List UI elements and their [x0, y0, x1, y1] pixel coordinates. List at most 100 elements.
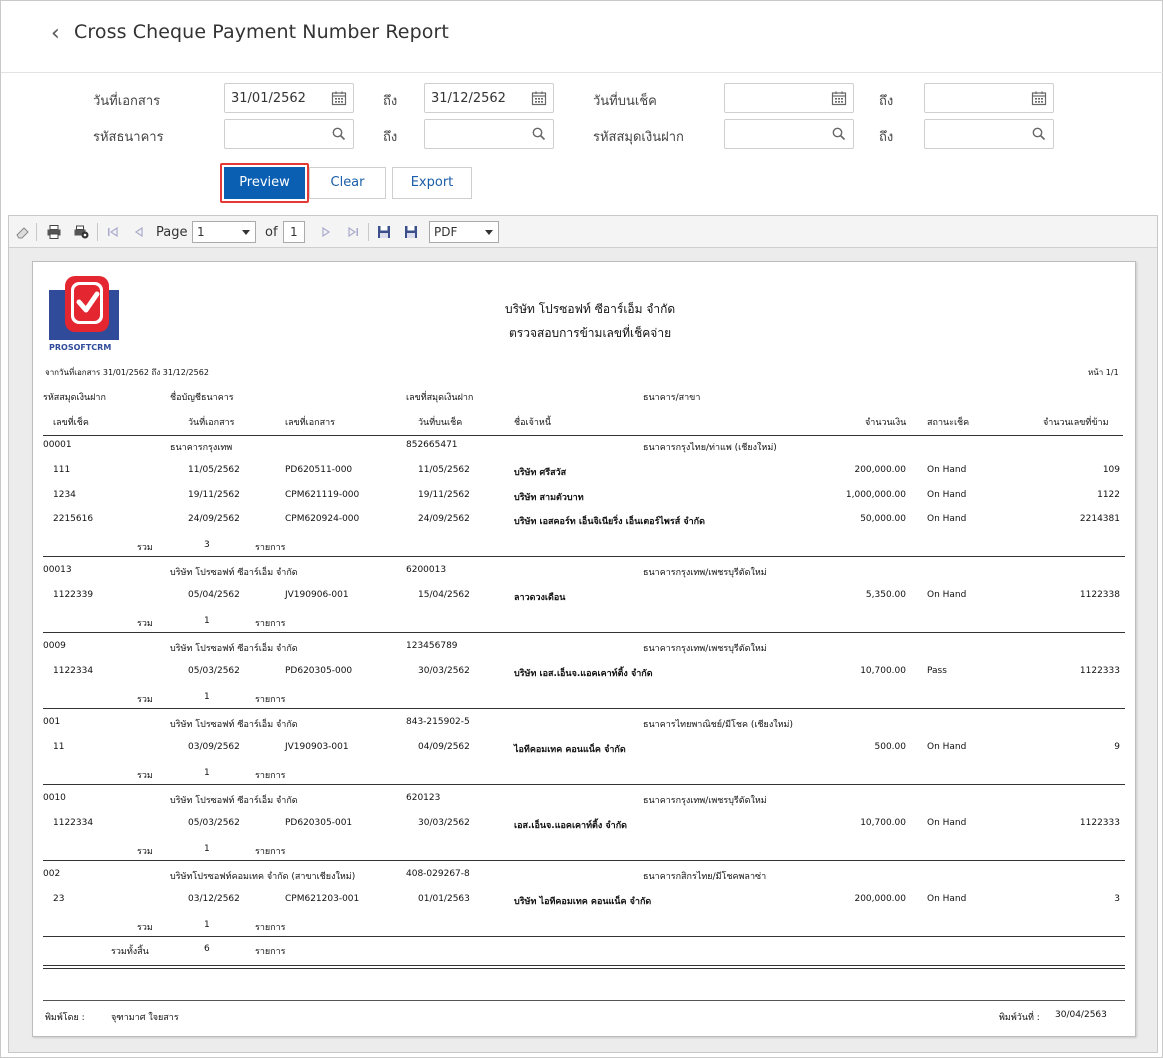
group-bank-branch: ธนาคารกสิกรไทย/มีโชคพลาซ่า: [643, 872, 767, 882]
row-status: On Hand: [927, 514, 967, 524]
group-code: 002: [43, 869, 61, 879]
calendar-icon[interactable]: [531, 90, 547, 106]
doc-date-label: วันที่เอกสาร: [93, 94, 161, 109]
group-account-name: บริษัท โปรซอฟท์ ซีอาร์เอ็ม จำกัด: [170, 568, 298, 578]
preview-button[interactable]: Preview: [224, 167, 305, 199]
printed-by-label: พิมพ์โดย :: [45, 1013, 85, 1023]
row-skip-count: 9: [1114, 742, 1120, 752]
bank-code-to-field[interactable]: [424, 119, 554, 149]
col-cheque-no: เลขที่เช็ค: [53, 418, 89, 428]
search-icon[interactable]: [831, 126, 847, 142]
group-code: 0009: [43, 641, 66, 651]
clear-button[interactable]: Clear: [309, 167, 386, 199]
row-doc-no: CPM621203-001: [285, 894, 360, 904]
doc-date-to-field[interactable]: 31/12/2562: [424, 83, 554, 113]
page-label: Page: [156, 225, 188, 240]
last-page-icon[interactable]: [345, 224, 361, 240]
chevron-down-icon: [485, 230, 493, 235]
search-icon[interactable]: [331, 126, 347, 142]
save-icon[interactable]: [376, 224, 392, 240]
group-sum-label: รวม: [137, 922, 153, 933]
save-all-icon[interactable]: [403, 224, 419, 240]
row-creditor: บริษัท เอสคอร์ท เอ็นจิเนียริ่ง เอ็นเตอร์…: [514, 517, 705, 527]
group-account-name: บริษัท โปรซอฟท์ ซีอาร์เอ็ม จำกัด: [170, 644, 298, 654]
row-doc-date: 05/03/2562: [188, 818, 240, 828]
eraser-icon[interactable]: [15, 224, 31, 240]
row-doc-date: 24/09/2562: [188, 514, 240, 524]
passbook-code-from-field[interactable]: [724, 119, 854, 149]
group-divider: [43, 859, 1125, 861]
row-doc-no: PD620305-001: [285, 818, 353, 828]
page-select[interactable]: 1: [192, 221, 256, 243]
row-cheque-date: 04/09/2562: [418, 742, 470, 752]
row-cheque-no: 1122334: [53, 818, 94, 828]
doc-date-from-field[interactable]: 31/01/2562: [224, 83, 354, 113]
print-icon[interactable]: [46, 224, 62, 240]
row-skip-count: 1122333: [1079, 818, 1120, 828]
row-doc-date: 11/05/2562: [188, 465, 240, 475]
calendar-icon[interactable]: [1031, 90, 1047, 106]
next-page-icon[interactable]: [318, 224, 334, 240]
row-creditor: บริษัท เอส.เอ็นจ.แอคเคาท์ติ้ง จำกัด: [514, 669, 653, 679]
row-creditor: ไอทีคอมเทค คอนแน็ค จำกัด: [514, 745, 626, 755]
page-title: Cross Cheque Payment Number Report: [74, 21, 449, 43]
row-doc-date: 03/09/2562: [188, 742, 240, 752]
report-title: ตรวจสอบการข้ามเลขที่เช็คจ่าย: [509, 326, 672, 340]
passbook-code-to-field[interactable]: [924, 119, 1054, 149]
of-label: of: [265, 225, 278, 240]
previous-page-icon[interactable]: [131, 224, 147, 240]
group-account-name: บริษัทโปรซอฟท์คอมเทค จำกัด (สาขาเชียงใหม…: [170, 872, 356, 882]
prosoft-logo: [49, 276, 119, 340]
group-sum-label: รวม: [137, 542, 153, 553]
cheque-date-from-field[interactable]: [724, 83, 854, 113]
back-icon[interactable]: ‹: [51, 23, 60, 45]
row-doc-date: 03/12/2562: [188, 894, 240, 904]
row-amount: 500.00: [874, 742, 907, 752]
report-viewer: Page 1 of 1 PDF PROSOFTCRM บริษัท โปรซอฟ…: [8, 215, 1158, 1053]
row-doc-date: 19/11/2562: [188, 489, 240, 500]
grand-total-count: 6: [204, 944, 210, 954]
calendar-icon[interactable]: [331, 90, 347, 106]
group-account-name: บริษัท โปรซอฟท์ ซีอาร์เอ็ม จำกัด: [170, 720, 298, 730]
print-setup-icon[interactable]: [73, 224, 89, 240]
row-cheque-date: 15/04/2562: [418, 590, 470, 600]
row-cheque-date: 30/03/2562: [418, 818, 470, 828]
viewer-toolbar: Page 1 of 1 PDF: [9, 216, 1157, 248]
group-code: 001: [43, 717, 61, 727]
row-doc-no: CPM620924-000: [285, 514, 360, 524]
export-button[interactable]: Export: [392, 167, 472, 199]
group-sum-count: 3: [204, 539, 210, 550]
grand-total-divider: [43, 965, 1125, 966]
group-items-label: รายการ: [255, 694, 286, 705]
first-page-icon[interactable]: [105, 224, 121, 240]
calendar-icon[interactable]: [831, 90, 847, 106]
grand-total-items-label: รายการ: [255, 947, 286, 957]
row-creditor: บริษัท ไอทีคอมเทค คอนแน็ค จำกัด: [514, 897, 652, 907]
row-doc-no: PD620511-000: [285, 465, 353, 475]
group-code: 00013: [43, 565, 72, 575]
group-sum-label: รวม: [137, 694, 153, 705]
group-passbook-no: 123456789: [406, 641, 458, 651]
app-window: ‹ Cross Cheque Payment Number Report วัน…: [0, 0, 1163, 1058]
bank-code-from-field[interactable]: [224, 119, 354, 149]
group-sum-count: 1: [204, 691, 210, 702]
col-amount: จำนวนเงิน: [865, 418, 907, 428]
grand-total-divider-double: [43, 968, 1125, 969]
cheque-date-to-field[interactable]: [924, 83, 1054, 113]
row-creditor: ลาวดวงเดือน: [514, 593, 566, 603]
group-bank-branch: ธนาคารไทยพาณิชย์/มีโชค (เชียงใหม่): [643, 720, 793, 730]
export-format-select[interactable]: PDF: [429, 221, 499, 243]
group-divider: [43, 555, 1125, 557]
search-icon[interactable]: [1031, 126, 1047, 142]
row-doc-date: 05/03/2562: [188, 666, 240, 676]
search-icon[interactable]: [531, 126, 547, 142]
row-creditor: บริษัท ศรีสวัส: [514, 468, 567, 478]
row-cheque-no: 1122339: [53, 590, 94, 600]
group-sum-label: รวม: [137, 770, 153, 781]
row-cheque-no: 2215616: [53, 514, 94, 524]
row-cheque-no: 1234: [53, 489, 76, 500]
group-sum-count: 1: [204, 615, 210, 626]
doc-date-to-value: 31/12/2562: [431, 91, 506, 106]
group-divider: [43, 783, 1125, 785]
group-bank-branch: ธนาคารกรุงเทพ/เพชรบุรีตัดใหม่: [643, 796, 767, 806]
